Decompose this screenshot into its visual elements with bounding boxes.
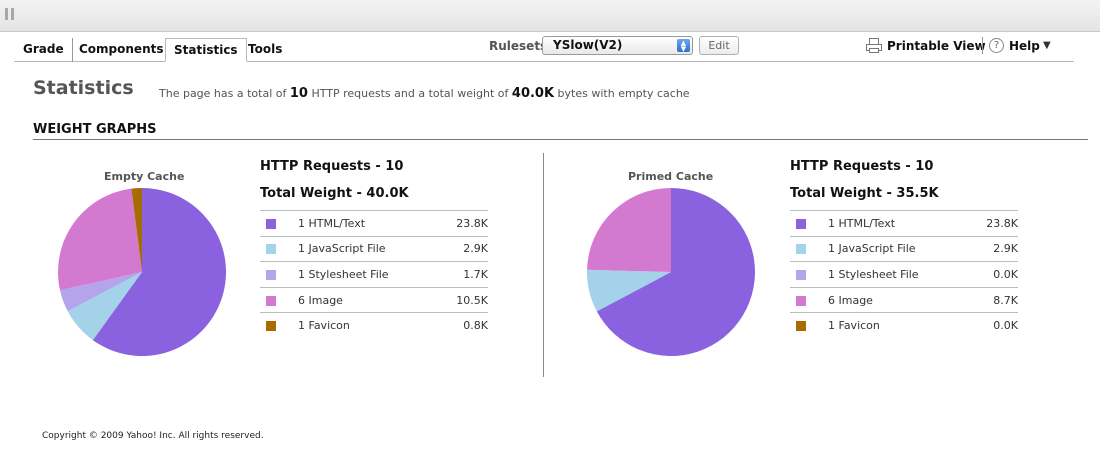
caret-down-icon[interactable]: ▼ — [1043, 40, 1051, 51]
table-row: 1 Favicon 0.8K — [260, 312, 488, 339]
window-titlebar — [0, 0, 1100, 32]
table-row: 6 Image 10.5K — [260, 286, 488, 313]
table-row: 1 HTML/Text 23.8K — [790, 210, 1018, 237]
component-size: 8.7K — [968, 286, 1018, 313]
empty-cache-pie-chart — [57, 188, 226, 356]
panel-divider — [543, 153, 544, 377]
rulesets-label: Rulesets — [489, 39, 548, 53]
primed-cache-table: 1 HTML/Text 23.8K 1 JavaScript File 2.9K 1 S… — [790, 210, 1018, 339]
copyright: Copyright © 2009 Yahoo! Inc. All rights … — [42, 431, 264, 441]
component-size: 23.8K — [968, 210, 1018, 237]
component-size: 10.5K — [438, 286, 488, 313]
page-title: Statistics — [33, 77, 134, 99]
statistics-summary: The page has a total of 10 HTTP requests… — [159, 86, 690, 101]
legend-swatch — [260, 312, 298, 339]
table-row: 1 Stylesheet File 0.0K — [790, 261, 1018, 288]
pie-title-primed-cache: Primed Cache — [628, 170, 714, 183]
legend-swatch — [260, 210, 298, 237]
tab-tools[interactable]: Tools — [248, 38, 282, 62]
empty-cache-total-weight: Total Weight - 40.0K — [260, 186, 409, 201]
component-label: 6 Image — [298, 286, 439, 313]
ruleset-select[interactable]: YSlow(V2) ▲ ▼ — [542, 36, 693, 55]
legend-swatch — [260, 235, 298, 262]
component-size: 0.8K — [438, 312, 488, 339]
table-row: 1 JavaScript File 2.9K — [790, 235, 1018, 262]
section-divider — [33, 139, 1088, 140]
table-row: 1 Stylesheet File 1.7K — [260, 261, 488, 288]
component-size: 1.7K — [438, 261, 488, 288]
component-size: 2.9K — [438, 235, 488, 262]
primed-cache-requests: HTTP Requests - 10 — [790, 159, 934, 174]
printable-view-link[interactable]: Printable View — [887, 39, 986, 53]
component-label: 1 HTML/Text — [298, 210, 439, 237]
legend-swatch — [790, 261, 828, 288]
primed-cache-total-weight: Total Weight - 35.5K — [790, 186, 939, 201]
empty-cache-requests: HTTP Requests - 10 — [260, 159, 404, 174]
summary-requests: 10 — [289, 86, 308, 101]
component-label: 1 JavaScript File — [828, 235, 969, 262]
legend-swatch — [790, 312, 828, 339]
printer-icon[interactable] — [866, 38, 882, 53]
component-label: 1 Favicon — [298, 312, 439, 339]
ruleset-selected-value: YSlow(V2) — [553, 38, 623, 52]
table-row: 6 Image 8.7K — [790, 286, 1018, 313]
summary-weight: 40.0K — [511, 86, 555, 101]
primed-cache-pie-chart — [587, 188, 755, 356]
pie-title-empty-cache: Empty Cache — [104, 170, 185, 183]
legend-swatch — [260, 286, 298, 313]
table-row: 1 HTML/Text 23.8K — [260, 210, 488, 237]
tab-grade[interactable]: Grade — [23, 38, 73, 62]
empty-cache-table: 1 HTML/Text 23.8K 1 JavaScript File 2.9K 1 S… — [260, 210, 488, 339]
select-arrow-icon: ▲ ▼ — [677, 39, 690, 53]
component-size: 0.0K — [968, 312, 1018, 339]
toolbar-separator — [982, 37, 983, 54]
component-size: 0.0K — [968, 261, 1018, 288]
pie-slice-image — [587, 188, 671, 272]
legend-swatch — [790, 235, 828, 262]
pause-icon[interactable] — [5, 8, 15, 20]
legend-swatch — [790, 286, 828, 313]
component-label: 1 Stylesheet File — [828, 261, 969, 288]
tab-statistics[interactable]: Statistics — [165, 38, 247, 62]
component-label: 1 JavaScript File — [298, 235, 439, 262]
component-label: 1 Stylesheet File — [298, 261, 439, 288]
help-link[interactable]: Help — [1009, 39, 1040, 53]
section-title: WEIGHT GRAPHS — [33, 122, 157, 137]
component-size: 23.8K — [438, 210, 488, 237]
component-label: 1 HTML/Text — [828, 210, 969, 237]
table-row: 1 Favicon 0.0K — [790, 312, 1018, 339]
legend-swatch — [790, 210, 828, 237]
component-label: 6 Image — [828, 286, 969, 313]
legend-swatch — [260, 261, 298, 288]
component-size: 2.9K — [968, 235, 1018, 262]
table-row: 1 JavaScript File 2.9K — [260, 235, 488, 262]
question-icon[interactable]: ? — [989, 38, 1004, 53]
tab-components[interactable]: Components — [79, 38, 164, 62]
component-label: 1 Favicon — [828, 312, 969, 339]
edit-button[interactable]: Edit — [699, 36, 739, 55]
